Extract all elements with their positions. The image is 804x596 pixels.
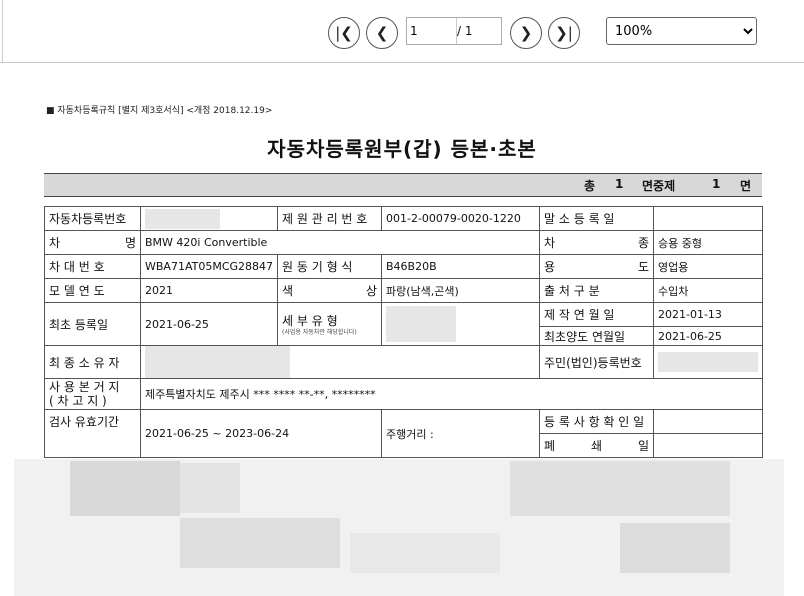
detail-type-label: 세 부 유 형 (사업용 자동차만 해당합니다)	[277, 302, 382, 346]
toolbar-divider	[2, 0, 3, 62]
resident-no-label: 주민(법인)등록번호	[539, 345, 654, 379]
inspection-value: 2021-06-25 ~ 2023-06-24	[140, 409, 382, 458]
table-row: 모 델 연 도 2021 색상 파랑(남색,곤색) 출 처 구 분 수입차	[44, 278, 763, 303]
car-type-value: 승용 중형	[653, 230, 763, 255]
document-title: 자동차등록원부(갑) 등본·초본	[267, 137, 537, 161]
table-row: 최 종 소 유 자 주민(법인)등록번호	[44, 345, 763, 379]
usage-label: 용도	[539, 254, 654, 279]
redacted-block	[658, 352, 758, 372]
page-unit-label: 면	[740, 179, 752, 193]
base-location-value: 제주특별자치도 제주시 *** **** **-**, ********	[140, 378, 763, 410]
car-name-value: BMW 420i Convertible	[140, 230, 540, 255]
mileage-label: 주행거리 :	[386, 427, 434, 441]
first-page-button[interactable]: |❮	[328, 17, 360, 49]
detail-type-note: (사업용 자동차만 해당합니다)	[282, 329, 357, 336]
table-row: 자동차등록번호 제 원 관 리 번 호 001-2-00079-0020-122…	[44, 206, 763, 231]
page-indicator: / 1	[406, 17, 502, 45]
last-owner-value	[140, 345, 540, 379]
confirm-date-value	[653, 409, 763, 434]
first-reg-value: 2021-06-25	[140, 302, 278, 346]
vin-value: WBA71AT05MCG28847	[140, 254, 278, 279]
next-page-icon: ❯	[519, 24, 533, 42]
page-of-label: 면중제	[642, 179, 676, 193]
prev-page-icon: ❮	[375, 24, 389, 42]
base-location-label-line1: 사 용 본 거 지	[49, 380, 120, 394]
page-total-label: 총	[584, 179, 596, 193]
model-year-label: 모 델 연 도	[44, 278, 141, 303]
reg-no-label: 자동차등록번호	[44, 206, 141, 231]
first-page-icon: |❮	[335, 24, 353, 42]
origin-value: 수입차	[653, 278, 763, 303]
closed-date-value	[653, 433, 763, 458]
cancel-date-value	[653, 206, 763, 231]
table-row: 차 대 번 호 WBA71AT05MCG28847 원 동 기 형 식 B46B…	[44, 254, 763, 279]
redacted-block	[145, 346, 290, 378]
redacted-block	[180, 463, 240, 513]
redacted-block	[386, 306, 456, 342]
vin-label: 차 대 번 호	[44, 254, 141, 279]
regulation-reference: ■ 자동차등록규칙 [별지 제3호서식] <개정 2018.12.19>	[46, 106, 273, 116]
base-location-label-line2: ( 차 고 지 )	[49, 394, 107, 408]
closed-date-label: 폐쇄일	[539, 433, 654, 458]
last-page-button[interactable]: ❯|	[548, 17, 580, 49]
prev-page-button[interactable]: ❮	[366, 17, 398, 49]
page-current-value: 1	[712, 177, 721, 191]
table-row: 차명 BMW 420i Convertible 차종 승용 중형	[44, 230, 763, 255]
mgmt-no-value: 001-2-00079-0020-1220	[381, 206, 540, 231]
cancel-date-label: 말 소 등 록 일	[539, 206, 654, 231]
last-page-icon: ❯|	[555, 24, 573, 42]
inspection-label: 검사 유효기간	[44, 409, 141, 458]
detail-type-title: 세 부 유 형	[282, 314, 338, 328]
origin-label: 출 처 구 분	[539, 278, 654, 303]
redacted-block	[350, 533, 500, 573]
color-label: 색상	[277, 278, 382, 303]
color-value: 파랑(남색,곤색)	[381, 278, 540, 303]
redacted-block	[510, 461, 730, 516]
mileage-cell: 주행거리 :	[381, 409, 540, 458]
manuf-date-value: 2021-01-13	[653, 302, 763, 327]
document-page: ■ 자동차등록규칙 [별지 제3호서식] <개정 2018.12.19> 자동차…	[0, 63, 804, 596]
redacted-block	[180, 518, 340, 568]
reg-no-value	[140, 206, 278, 231]
page-count-bar: 총 1 면중제 1 면	[44, 173, 762, 197]
table-row: 사 용 본 거 지 ( 차 고 지 ) 제주특별자치도 제주시 *** ****…	[44, 378, 763, 410]
first-transfer-label: 최초양도 연월일	[539, 326, 654, 346]
engine-value: B46B20B	[381, 254, 540, 279]
next-page-button[interactable]: ❯	[510, 17, 542, 49]
table-row: 검사 유효기간 2021-06-25 ~ 2023-06-24 주행거리 : 등…	[44, 409, 763, 458]
resident-no-value	[653, 345, 763, 379]
registration-table: 자동차등록번호 제 원 관 리 번 호 001-2-00079-0020-122…	[44, 206, 763, 458]
page-number-input[interactable]	[407, 18, 457, 44]
car-name-label: 차명	[44, 230, 141, 255]
base-location-label: 사 용 본 거 지 ( 차 고 지 )	[44, 378, 141, 410]
mgmt-no-label: 제 원 관 리 번 호	[277, 206, 382, 231]
confirm-date-label: 등 록 사 항 확 인 일	[539, 409, 654, 434]
manuf-date-label: 제 작 연 월 일	[539, 302, 654, 327]
usage-value: 영업용	[653, 254, 763, 279]
zoom-select[interactable]: 100%	[606, 17, 757, 45]
first-reg-label: 최초 등록일	[44, 302, 141, 346]
page-total: / 1	[457, 24, 473, 38]
redacted-block	[620, 523, 730, 573]
viewer-toolbar: |❮ ❮ / 1 ❯ ❯| 100%	[0, 0, 804, 63]
engine-label: 원 동 기 형 식	[277, 254, 382, 279]
table-row: 최초 등록일 2021-06-25 세 부 유 형 (사업용 자동차만 해당합니…	[44, 302, 763, 346]
first-transfer-value: 2021-06-25	[653, 326, 763, 346]
detail-type-value	[381, 302, 540, 346]
car-type-label: 차종	[539, 230, 654, 255]
redacted-block	[70, 461, 180, 516]
last-owner-label: 최 종 소 유 자	[44, 345, 141, 379]
page-total-value: 1	[615, 177, 624, 191]
model-year-value: 2021	[140, 278, 278, 303]
redacted-block	[145, 208, 220, 229]
